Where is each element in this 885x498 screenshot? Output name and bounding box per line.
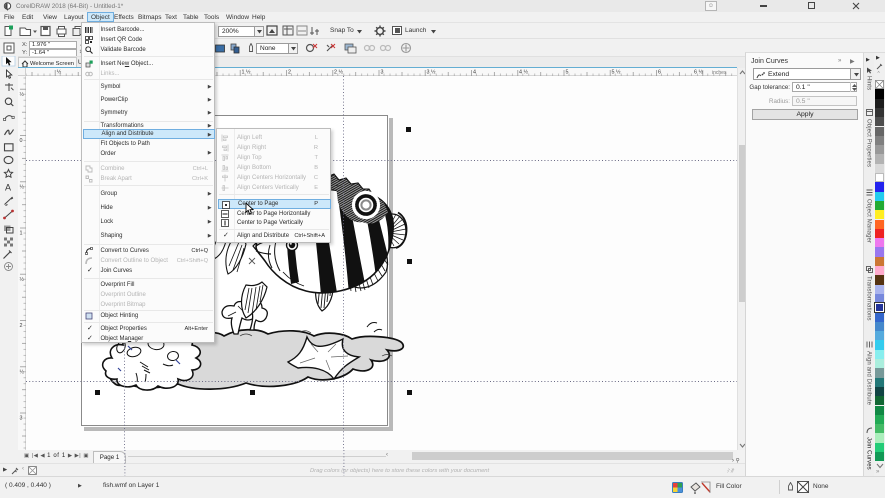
svg-text:0: 0 xyxy=(20,138,23,144)
svg-text:5: 5 xyxy=(566,70,569,76)
svg-text:½: ½ xyxy=(20,276,25,283)
svg-text:3 ½: 3 ½ xyxy=(427,69,436,76)
svg-text:6 ½: 6 ½ xyxy=(694,69,703,76)
svg-text:6: 6 xyxy=(658,70,661,76)
svg-text:½: ½ xyxy=(20,91,25,98)
svg-text:½: ½ xyxy=(20,368,25,375)
svg-text:2 ½: 2 ½ xyxy=(334,69,343,76)
svg-text:1 ½: 1 ½ xyxy=(242,69,251,76)
svg-text:3: 3 xyxy=(381,70,384,76)
svg-text:2: 2 xyxy=(288,70,291,76)
svg-text:4 ½: 4 ½ xyxy=(519,69,528,76)
svg-text:½: ½ xyxy=(20,183,25,190)
svg-text:4: 4 xyxy=(473,70,476,76)
svg-text:A: A xyxy=(5,183,11,193)
svg-text:½: ½ xyxy=(57,69,62,76)
svg-text:5 ½: 5 ½ xyxy=(612,69,621,76)
svg-text:3: 3 xyxy=(20,416,23,422)
svg-text:1: 1 xyxy=(20,231,23,237)
svg-text:2: 2 xyxy=(20,323,23,329)
